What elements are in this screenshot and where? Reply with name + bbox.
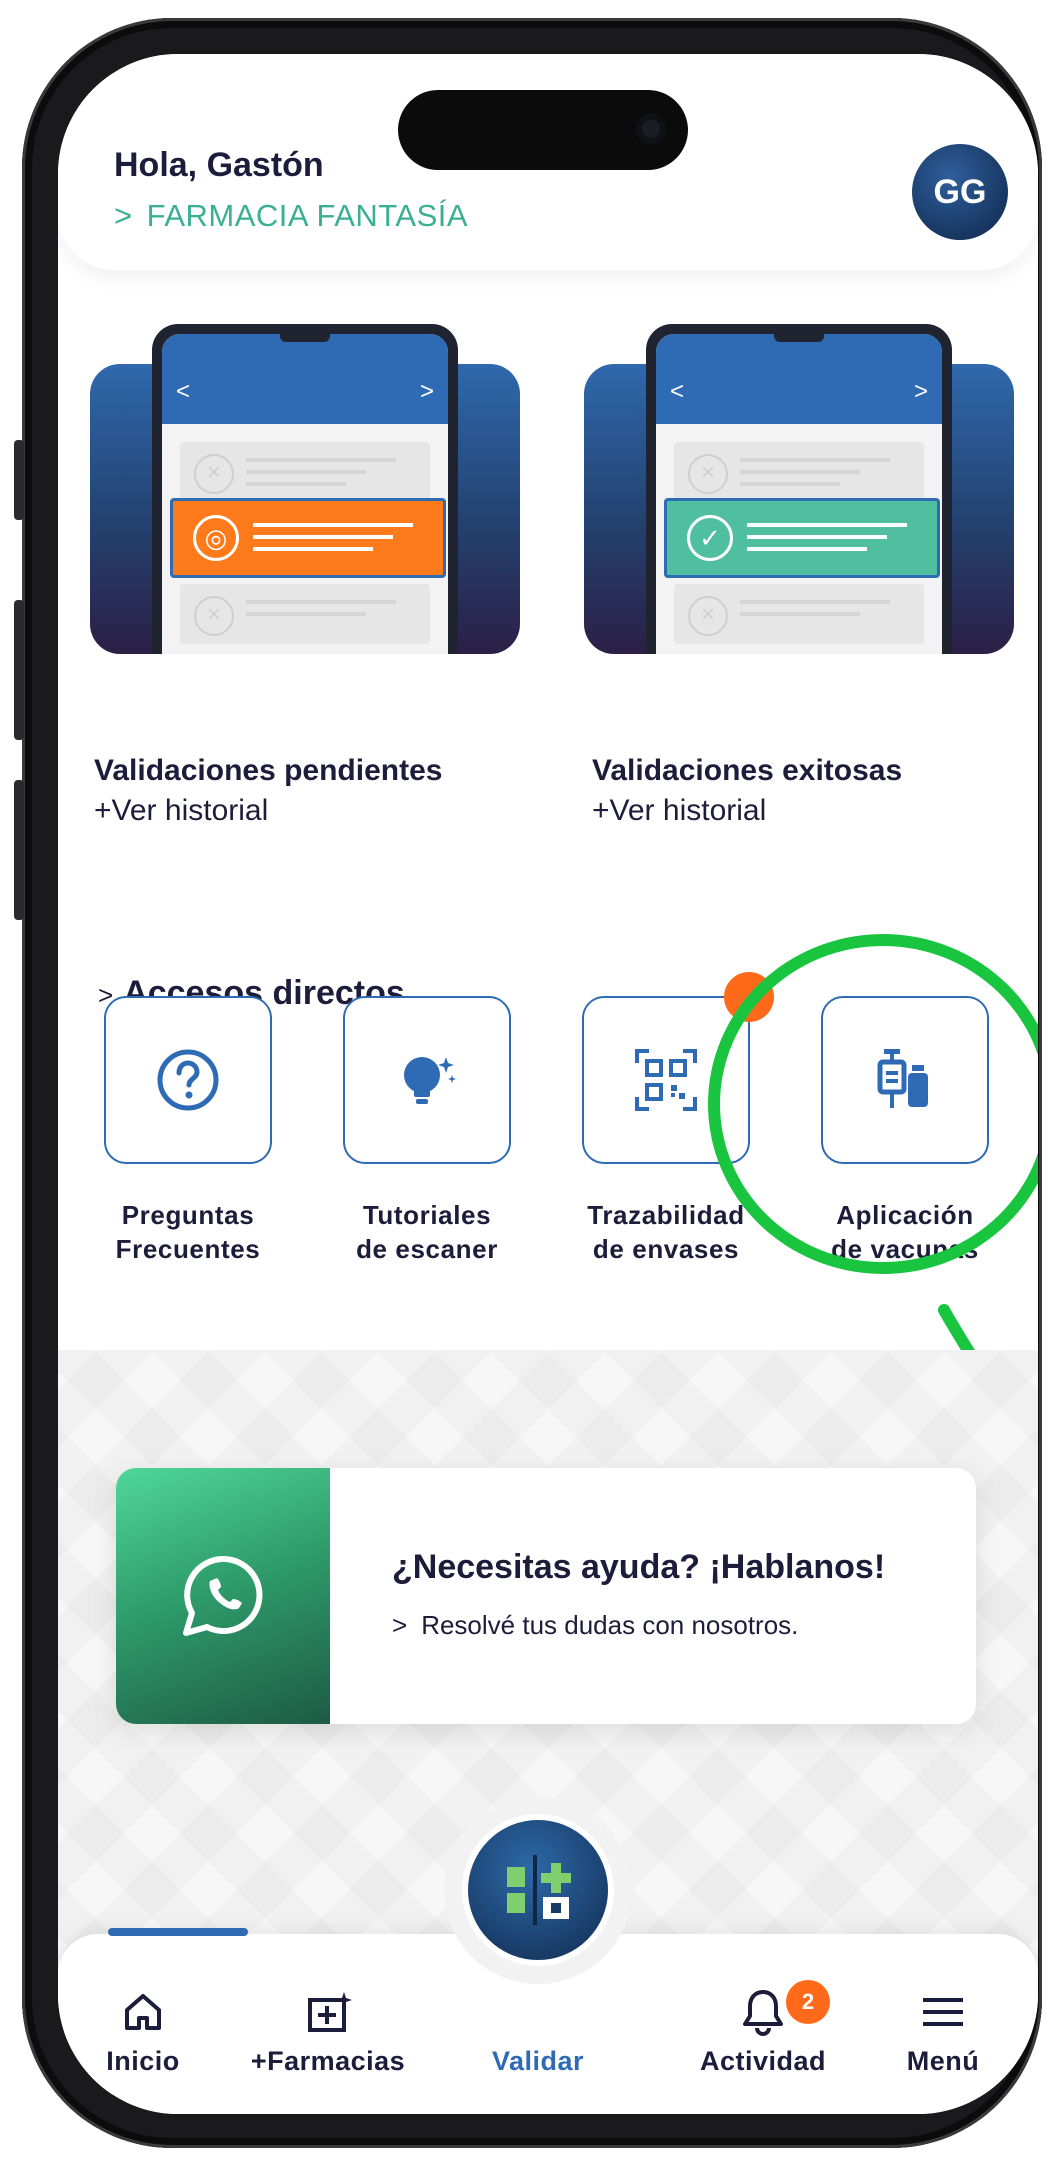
question-circle-icon	[157, 1049, 219, 1111]
shortcut-label: Tutoriales de escaner	[342, 1198, 512, 1266]
phone-side-button	[14, 440, 24, 520]
successful-history-link[interactable]: +Ver historial	[592, 794, 766, 828]
highlight-circle	[708, 934, 1038, 1274]
nav-label: +Farmacias	[250, 2046, 406, 2076]
phone-volume-down	[14, 780, 24, 920]
device-notch	[774, 334, 824, 342]
highlighted-item: ✓	[664, 498, 940, 578]
text-line	[253, 523, 413, 527]
phone-volume-up	[14, 600, 24, 740]
pharmacy-selector[interactable]: > FARMACIA FANTASÍA	[114, 198, 468, 234]
hamburger-icon	[923, 1998, 963, 2026]
lightbulb-icon	[404, 1057, 456, 1104]
device-notch	[280, 334, 330, 342]
camera-icon	[636, 114, 666, 144]
text-line	[246, 482, 346, 486]
shortcut-label: Preguntas Frecuentes	[103, 1198, 273, 1266]
add-pharmacy-icon	[308, 1992, 352, 2032]
shortcut-label-line: Frecuentes	[115, 1234, 261, 1264]
x-circle-icon: ×	[194, 454, 234, 494]
dynamic-island	[398, 90, 688, 170]
successful-validations-title: Validaciones exitosas	[592, 754, 903, 787]
active-tab-indicator	[108, 1928, 248, 1936]
text-line	[740, 482, 840, 486]
help-card-icon-panel	[116, 1468, 330, 1724]
shortcut-label-line: Preguntas	[121, 1200, 255, 1230]
whatsapp-icon	[183, 1555, 263, 1636]
app-screen: Hola, Gastón > FARMACIA FANTASÍA GG < > ×…	[58, 54, 1038, 2114]
home-icon	[125, 1994, 161, 2030]
text-line	[246, 600, 396, 604]
chevron-right-icon: >	[419, 378, 434, 405]
successful-validations-card[interactable]: < > × ✓ ×	[584, 324, 1014, 654]
text-line	[740, 458, 890, 462]
text-line	[740, 470, 860, 474]
nav-validar[interactable]: Validar	[453, 2046, 623, 2077]
help-whatsapp-card[interactable]: ¿Necesitas ayuda? ¡Hablanos! > Resolvé tu…	[116, 1468, 976, 1724]
shortcut-label-line: Trazabilidad	[587, 1200, 745, 1230]
device-toolbar: < >	[656, 334, 942, 424]
validate-icon	[507, 1855, 571, 1925]
text-line	[246, 470, 366, 474]
list-item: ×	[674, 442, 924, 502]
text-line	[747, 547, 867, 551]
shortcut-label-line: de envases	[592, 1234, 740, 1264]
nav-label: Inicio	[106, 2046, 180, 2076]
text-line	[747, 523, 907, 527]
nav-label: Actividad	[699, 2046, 827, 2076]
help-subtitle-text: Resolvé tus dudas con nosotros.	[421, 1610, 799, 1640]
x-circle-icon: ×	[688, 454, 728, 494]
list-item: ×	[180, 442, 430, 502]
bell-icon	[743, 1990, 783, 2036]
shortcut-faq[interactable]: Preguntas Frecuentes	[103, 996, 273, 1266]
help-title: ¿Necesitas ayuda? ¡Hablanos!	[392, 1548, 886, 1586]
pending-history-link[interactable]: +Ver historial	[94, 794, 268, 828]
text-line	[740, 600, 890, 604]
shortcut-faq-box[interactable]	[104, 996, 272, 1164]
text-line	[246, 612, 366, 616]
chevron-left-icon: <	[670, 378, 685, 405]
eye-icon: ◎	[193, 515, 239, 561]
shortcut-tutorials-box[interactable]	[343, 996, 511, 1164]
text-line	[740, 612, 860, 616]
notification-badge: 2	[786, 1980, 830, 2024]
pending-validations-card[interactable]: < > × ◎ ×	[90, 324, 520, 654]
highlighted-item: ◎	[170, 498, 446, 578]
check-circle-icon: ✓	[687, 515, 733, 561]
shortcut-label-line: de escaner	[356, 1234, 498, 1264]
nav-farmacias[interactable]: +Farmacias	[243, 1984, 413, 2077]
nav-label: Menú	[906, 2046, 980, 2076]
text-line	[253, 535, 393, 539]
x-circle-icon: ×	[194, 596, 234, 636]
chevron-right-icon: >	[913, 378, 928, 405]
chevron-left-icon: <	[176, 378, 191, 405]
device-toolbar: < >	[162, 334, 448, 424]
device-screen: < > × ✓ ×	[656, 334, 942, 654]
chevron-right-icon: >	[392, 1610, 408, 1640]
greeting: Hola, Gastón	[114, 146, 324, 184]
list-item: ×	[180, 584, 430, 644]
text-line	[246, 458, 396, 462]
help-subtitle: > Resolvé tus dudas con nosotros.	[392, 1610, 798, 1641]
validate-button[interactable]	[462, 1814, 614, 1966]
pending-validations-title: Validaciones pendientes	[94, 754, 443, 787]
qr-code-icon	[635, 1049, 697, 1111]
text-line	[747, 535, 887, 539]
nav-inicio[interactable]: Inicio	[58, 1984, 228, 2077]
shortcut-label-line: Tutoriales	[362, 1200, 492, 1230]
nav-menu[interactable]: Menú	[858, 1984, 1028, 2077]
device-screen: < > × ◎ ×	[162, 334, 448, 654]
pharmacy-name: FARMACIA FANTASÍA	[146, 198, 469, 233]
text-line	[253, 547, 373, 551]
avatar[interactable]: GG	[912, 144, 1008, 240]
shortcut-tutorials[interactable]: Tutoriales de escaner	[342, 996, 512, 1266]
nav-label: Validar	[491, 2046, 585, 2076]
shortcut-label: Trazabilidad de envases	[581, 1198, 751, 1266]
x-circle-icon: ×	[688, 596, 728, 636]
list-item: ×	[674, 584, 924, 644]
chevron-right-icon: >	[114, 198, 133, 233]
